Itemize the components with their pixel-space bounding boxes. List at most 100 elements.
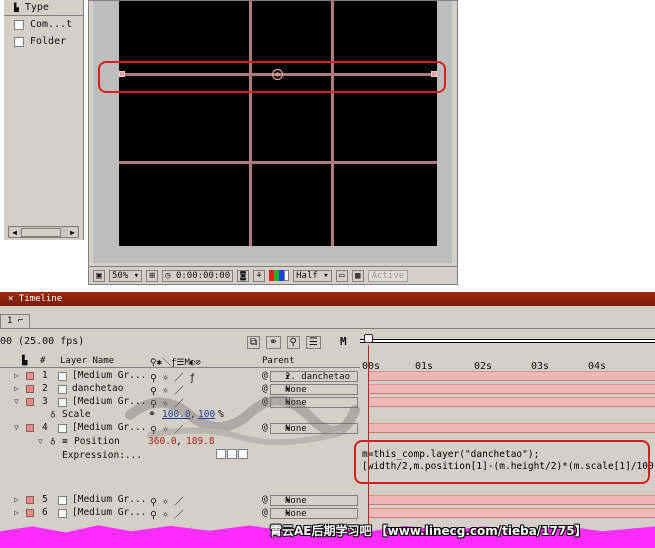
current-time-indicator-line[interactable] [368,345,369,540]
expression-graph-icon[interactable] [227,449,237,459]
layer-row[interactable]: ▷ 1 [Medium Gr... ⚲ ☼ ／ ƒ @ 2. danchetao… [0,370,360,384]
active-camera-dropdown[interactable]: Active [367,269,409,282]
horizontal-guide-line [119,161,437,164]
transparency-grid-icon[interactable]: ▦ [351,269,364,282]
motion-blur-button[interactable]: M [340,335,347,348]
number-column-header[interactable]: # [40,356,45,366]
expression-enable-icon[interactable] [216,449,226,459]
layer-name[interactable]: danchetao [72,383,123,394]
layer-switches[interactable]: ⚲ ☼ ／ ƒ [150,370,195,384]
comp-flowchart-icon[interactable]: ⧉ [247,336,261,349]
property-label: Scale [62,409,91,420]
label-color[interactable] [26,372,34,380]
stopwatch-icon[interactable]: ♁ [50,436,56,447]
expand-triangle-icon[interactable]: ▷ [14,495,19,504]
label-color[interactable] [26,509,34,517]
draft-3d-icon[interactable]: ⚭ [266,336,281,349]
snapshot-icon[interactable]: ◙ [237,269,250,282]
project-item[interactable]: Folder [4,33,83,50]
collapse-triangle-icon[interactable]: ▽ [14,423,19,432]
layer-name[interactable]: [Medium Gr... [72,507,146,518]
layer-duration-bar[interactable] [368,384,655,394]
layer-duration-bar[interactable] [368,495,655,505]
timeline-titlebar: × Timeline [0,292,655,306]
current-time-indicator-icon[interactable] [364,334,373,343]
channel-color-icon[interactable] [269,270,290,281]
scroll-thumb[interactable] [21,228,61,237]
footer-watermark: 霄云AE后期学习吧 【www.linecg.com/tieba/1775】 [270,524,587,538]
solid-icon [58,424,67,433]
collapse-triangle-icon[interactable]: ▽ [14,397,19,406]
layer-name[interactable]: [Medium Gr... [72,370,146,381]
expression-label: Expression:... [62,450,143,461]
parent-value: 2. danchetao [285,372,351,382]
stopwatch-icon[interactable]: ♁ [50,409,56,420]
blank-area [458,0,655,285]
show-snapshot-icon[interactable]: ⚘ [253,269,266,282]
label-color[interactable] [26,398,34,406]
timecode-field[interactable]: ◷ 0:00:00:00 [162,269,234,282]
layer-duration-bar[interactable] [368,397,655,407]
expression-controls [216,449,248,459]
expression-pickwhip-icon[interactable] [238,449,248,459]
type-column-label: Type [24,2,49,13]
layer-column-header: ▙ # Layer Name ⚲✱＼ƒ☰M◐⊘ Parent [0,355,360,368]
parent-dropdown[interactable]: 2. danchetao ▾ [270,371,358,382]
region-of-interest-icon[interactable]: ▭ [335,269,348,282]
layer-duration-bar[interactable] [368,508,655,518]
hide-shy-icon[interactable]: ⚲ [286,336,300,349]
layer-row[interactable]: ▷ 6 [Medium Gr... ⚲ ☼ ／ @ None ▾ [0,507,360,521]
timeline-title: Timeline [18,294,63,304]
layer-switches[interactable]: ⚲ ☼ ／ [150,494,184,508]
layer-duration-bar[interactable] [368,371,655,381]
close-icon[interactable]: × [8,294,13,304]
vertical-guide-line [331,1,334,246]
layer-name-column-header[interactable]: Layer Name [60,356,114,366]
label-column-icon[interactable]: ▙ [22,356,27,366]
item-checkbox[interactable] [14,36,24,47]
solid-icon [58,509,67,518]
timeline-tab[interactable]: 1 ⌐ [0,314,31,328]
layer-switches[interactable]: ⚲ ☼ ／ [150,507,184,521]
layer-number: 4 [42,422,48,433]
expand-triangle-icon[interactable]: ▷ [14,508,19,517]
tab-divider [0,328,655,329]
expand-triangle-icon[interactable]: ▷ [14,371,19,380]
label-color[interactable] [26,385,34,393]
item-checkbox[interactable] [14,19,24,30]
resolution-dropdown[interactable]: Half ▾ [293,269,332,282]
work-area-inner [360,340,655,342]
safe-zones-icon[interactable]: ⊞ [146,269,159,282]
scroll-right-arrow-icon[interactable]: ▶ [68,228,77,237]
current-time-display[interactable]: 00 (25.00 fps) [0,336,84,347]
project-panel: ▙ Type Com...t Folder ◀ ▶ [4,0,84,240]
zoom-dropdown[interactable]: 50% ▾ [109,269,143,282]
solid-icon [58,385,67,394]
layer-row[interactable]: ▷ 5 [Medium Gr... ⚲ ☼ ／ @ None ▾ [0,494,360,508]
parent-dropdown[interactable]: None ▾ [270,508,358,519]
layer-number: 5 [42,494,48,505]
annotation-highlight-viewer [98,61,446,93]
layer-name[interactable]: [Medium Gr... [72,494,146,505]
layer-duration-bar[interactable] [368,423,655,433]
comp-canvas[interactable]: ⊕ [119,1,437,246]
link-icon: @ [262,370,268,381]
layer-number: 2 [42,383,48,394]
project-item[interactable]: Com...t [4,16,83,33]
scroll-left-arrow-icon[interactable]: ◀ [10,228,19,237]
parent-dropdown[interactable]: None ▾ [270,495,358,506]
project-column-header[interactable]: ▙ Type [4,0,83,16]
collapse-triangle-icon[interactable]: ▽ [38,437,43,446]
link-icon: @ [262,507,268,518]
project-item-type: Com...t [30,19,73,30]
parent-column-header[interactable]: Parent [262,356,295,366]
project-horizontal-scrollbar[interactable]: ◀ ▶ [8,226,79,238]
always-preview-icon[interactable]: ▣ [93,269,105,282]
label-color[interactable] [26,424,34,432]
project-item-type: Folder [30,36,67,47]
expression-row[interactable]: Expression:... [0,450,360,463]
expand-triangle-icon[interactable]: ▷ [14,384,19,393]
brush-watermark-image [125,395,360,445]
frame-blending-icon[interactable]: ☰ [305,336,321,349]
label-color[interactable] [26,496,34,504]
